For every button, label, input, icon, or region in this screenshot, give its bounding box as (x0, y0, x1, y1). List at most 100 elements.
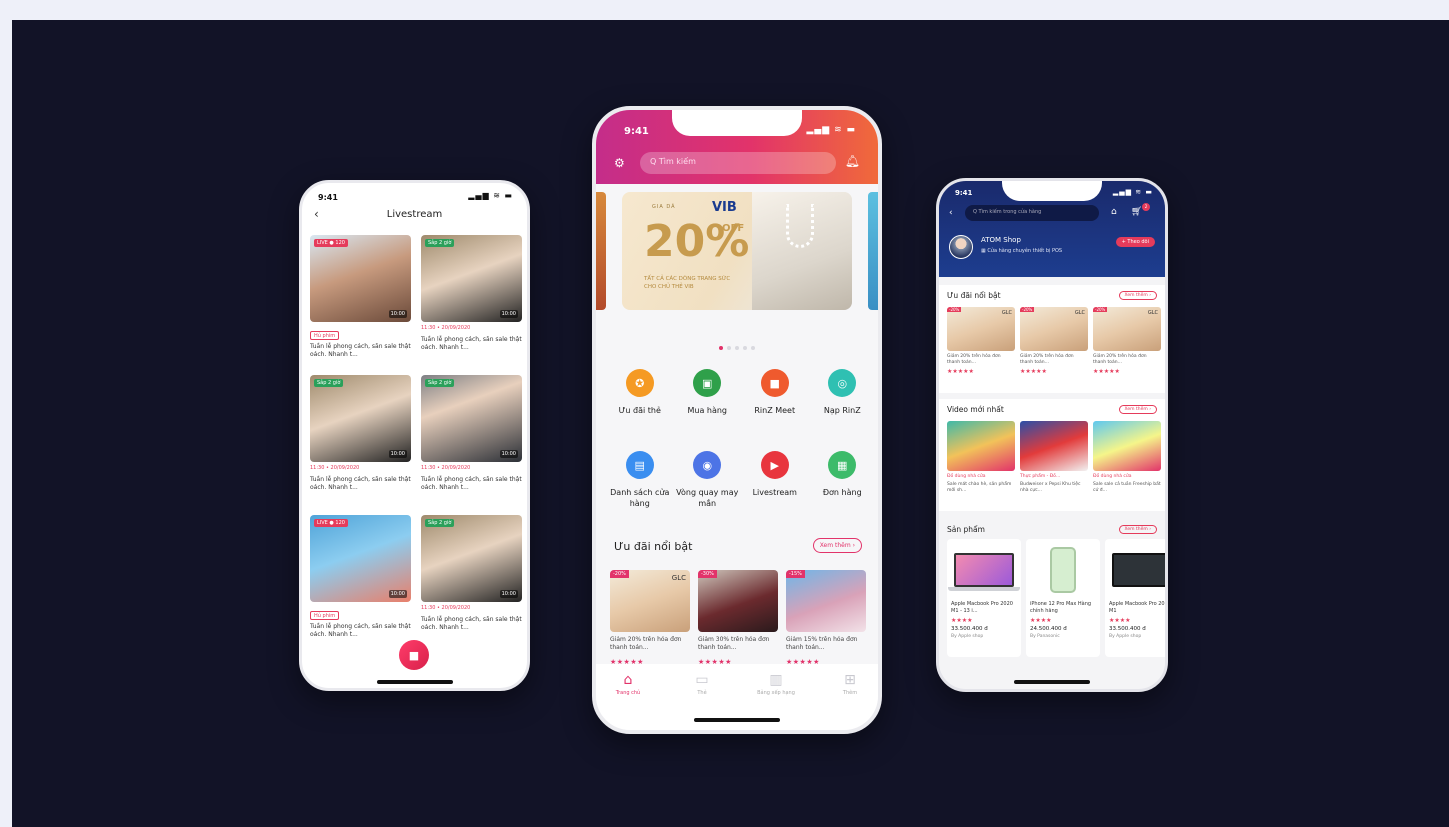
video-card[interactable]: Thực phẩm - Đồ... Budweiser x Pepsi Khu t… (1020, 421, 1088, 494)
banner-line-1: TẤT CẢ CÁC DÒNG TRANG SỨC (644, 276, 731, 282)
tab-leaderboard[interactable]: ▥ Bảng xếp hạng (746, 672, 806, 696)
product-seller: By Panasonic (1030, 634, 1060, 639)
product-card[interactable]: Apple Macbook Pro 2020 M1 - 13 i... ★★★★ 3… (947, 539, 1021, 657)
livestream-thumbnail[interactable]: Sắp 2 giờ 10:00 (421, 235, 522, 322)
deal-card[interactable]: -20% GLC Giảm 20% trên hóa đơn thanh toán.… (1093, 307, 1161, 375)
livestream-thumbnail[interactable]: Sắp 2 giờ 10:00 (310, 375, 411, 462)
livestream-card[interactable]: Sắp 2 giờ 10:00 11:30 • 20/09/2020 Tuần lễ … (310, 375, 411, 507)
stream-date: 11:30 • 20/09/2020 (310, 465, 360, 471)
shop-search-input[interactable]: Q Tìm kiếm trong cửa hàng (965, 205, 1099, 221)
livestream-thumbnail[interactable]: Sắp 2 giờ 10:00 (421, 375, 522, 462)
menu-icon: ▶ (760, 451, 789, 479)
search-input[interactable]: Q Tìm kiếm (640, 152, 836, 174)
stream-description: Tuần lễ phong cách, săn sale thật oách. … (310, 623, 411, 638)
live-badge: Sắp 2 giờ (425, 379, 455, 387)
livestream-thumbnail[interactable]: LIVE ● 120 10:00 (310, 515, 411, 602)
product-name: Apple Macbook Pro 2020 M1 (1109, 601, 1168, 614)
carousel-dot[interactable] (743, 346, 747, 350)
bell-icon[interactable]: 🔔︎ (845, 154, 860, 168)
livestream-phone: 9:41 ▂▄▆ ≋ ▬ ‹ Livestream LIVE ● 120 10:0… (299, 180, 530, 691)
videos-list: Đồ dùng nhà cửa Sale mát chào hè, sản phẩ… (947, 421, 1161, 494)
back-icon[interactable]: ‹ (949, 208, 953, 218)
category-tag: Hủ phim (310, 331, 340, 340)
deal-description: Giảm 20% trên hóa đơn thanh toán... (947, 354, 1001, 365)
deal-card[interactable]: -15% Giảm 15% trên hóa đơn thanh toán... ★… (786, 570, 866, 666)
product-price: 33.500.400 đ (951, 626, 988, 632)
menu-item[interactable]: ▣ Mua hàng (674, 365, 742, 437)
cart-icon[interactable]: 🛒︎ (1131, 207, 1142, 217)
rating-stars: ★★★★★ (1020, 368, 1047, 375)
banner-carousel[interactable]: GIA DÁ VIB 20% OFF TẤT CẢ CÁC DÒNG TRANG… (596, 192, 878, 314)
livestream-thumbnail[interactable]: LIVE ● 120 10:00 (310, 235, 411, 322)
tab-card[interactable]: ▭ Thẻ (672, 672, 732, 696)
discount-badge: -20% (947, 307, 962, 312)
leaderboard-icon: ▥ (769, 672, 783, 688)
status-time: 9:41 (955, 189, 973, 197)
livestream-card[interactable]: Sắp 2 giờ 10:00 11:30 • 20/09/2020 Tuần lễ … (421, 375, 522, 507)
video-card[interactable]: Đồ dùng nhà cửa Sale sale cả tuần Freeshi… (1093, 421, 1161, 494)
follow-button[interactable]: + Theo dõi (1115, 237, 1155, 247)
deal-card[interactable]: -20% GLC Giảm 20% trên hóa đơn thanh toán.… (610, 570, 690, 666)
see-more-button[interactable]: Xem thêm › (1118, 291, 1157, 300)
status-time: 9:41 (624, 126, 649, 137)
menu-item[interactable]: ◎ Nạp RinZ (809, 365, 877, 437)
livestream-thumbnail[interactable]: Sắp 2 giờ 10:00 (421, 515, 522, 602)
carousel-dot[interactable] (735, 346, 739, 350)
brand-label: GLC (1001, 310, 1012, 316)
menu-item[interactable]: ▤ Danh sách cửa hàng (606, 447, 674, 519)
category-tag: Hủ phim (310, 611, 340, 620)
menu-item[interactable]: ■ RinZ Meet (741, 365, 809, 437)
home-phone: 9:41 ▂▄▆ ≋ ▬ ⚙ Q Tìm kiếm 🔔︎ GIA DÁ VIB … (592, 106, 882, 734)
menu-item[interactable]: ▦ Đơn hàng (809, 447, 877, 519)
see-more-button[interactable]: Xem thêm › (1118, 405, 1157, 414)
menu-item[interactable]: ✪ Ưu đãi thẻ (606, 365, 674, 437)
video-card[interactable]: Đồ dùng nhà cửa Sale mát chào hè, sản phẩ… (947, 421, 1015, 494)
deal-image: -20% GLC (947, 307, 1015, 351)
livestream-card[interactable]: LIVE ● 120 10:00 Hủ phim Tuần lễ phong cách… (310, 235, 411, 367)
promo-banner[interactable]: GIA DÁ VIB 20% OFF TẤT CẢ CÁC DÒNG TRANG… (622, 192, 852, 310)
rating-stars: ★★★★ (951, 617, 973, 624)
carousel-dot[interactable] (751, 346, 755, 350)
product-image (948, 543, 1020, 597)
filter-icon[interactable]: ⚙ (614, 156, 625, 170)
video-thumbnail (947, 421, 1015, 471)
product-card[interactable]: iPhone 12 Pro Max Hàng chính hãng ★★★★ 24.… (1026, 539, 1100, 657)
home-icon[interactable]: ⌂ (1111, 207, 1117, 217)
video-description: Sale sale cả tuần Freeship bất cứ đ... (1093, 482, 1161, 493)
livestream-card[interactable]: LIVE ● 120 10:00 Hủ phim Tuần lễ phong cách… (310, 515, 411, 647)
shop-name: ATOM Shop (981, 236, 1021, 244)
livestream-card[interactable]: Sắp 2 giờ 10:00 11:30 • 20/09/2020 Tuần lễ … (421, 235, 522, 367)
shop-avatar[interactable] (949, 235, 973, 259)
stream-description: Tuần lễ phong cách, săn sale thật oách. … (310, 343, 411, 358)
carousel-dot[interactable] (719, 346, 723, 350)
see-more-button[interactable]: Xem thêm › (812, 538, 862, 553)
rating-stars: ★★★★★ (1093, 368, 1120, 375)
video-camera-button[interactable]: ■ (399, 640, 429, 670)
carousel-dot[interactable] (727, 346, 731, 350)
deal-card[interactable]: -20% GLC Giảm 20% trên hóa đơn thanh toán.… (1020, 307, 1088, 375)
feature-menu: ✪ Ưu đãi thẻ ▣ Mua hàng ■ RinZ Meet ◎ Nạp RinZ ▤… (606, 365, 876, 519)
livestream-card[interactable]: Sắp 2 giờ 10:00 11:30 • 20/09/2020 Tuần lễ … (421, 515, 522, 647)
discount-badge: -20% (1093, 307, 1108, 312)
menu-label: Danh sách cửa hàng (610, 488, 670, 508)
tab-label: Trang chủ (615, 690, 641, 696)
duration-badge: 10:00 (499, 590, 518, 598)
tab-label: Thẻ (697, 690, 707, 696)
menu-label: Đơn hàng (822, 488, 862, 497)
see-more-button[interactable]: Xem thêm › (1118, 525, 1157, 534)
menu-item[interactable]: ▶ Livestream (741, 447, 809, 519)
deal-card[interactable]: -20% GLC Giảm 20% trên hóa đơn thanh toán.… (947, 307, 1015, 375)
deal-card[interactable]: -30% Giảm 30% trên hóa đơn thanh toán... ★… (698, 570, 778, 666)
live-badge: Sắp 2 giờ (425, 519, 455, 527)
menu-label: Vòng quay may mắn (676, 488, 739, 508)
menu-item[interactable]: ◉ Vòng quay may mắn (674, 447, 742, 519)
tab-home[interactable]: ⌂ Trang chủ (598, 672, 658, 696)
tab-more[interactable]: ⊞ Thêm (820, 672, 878, 696)
product-name: iPhone 12 Pro Max Hàng chính hãng (1030, 601, 1092, 614)
discount-badge: -20% (1020, 307, 1035, 312)
latest-videos-section: Video mới nhất Xem thêm › Đồ dùng nhà cử… (939, 399, 1165, 511)
brand-label: GLC (671, 574, 686, 582)
section-title: Ưu đãi nổi bật (614, 540, 693, 553)
product-card[interactable]: Apple Macbook Pro 2020 M1 ★★★★ 33.500.400 … (1105, 539, 1168, 657)
banner-line-2: CHO CHỦ THẺ VIB (644, 284, 694, 290)
